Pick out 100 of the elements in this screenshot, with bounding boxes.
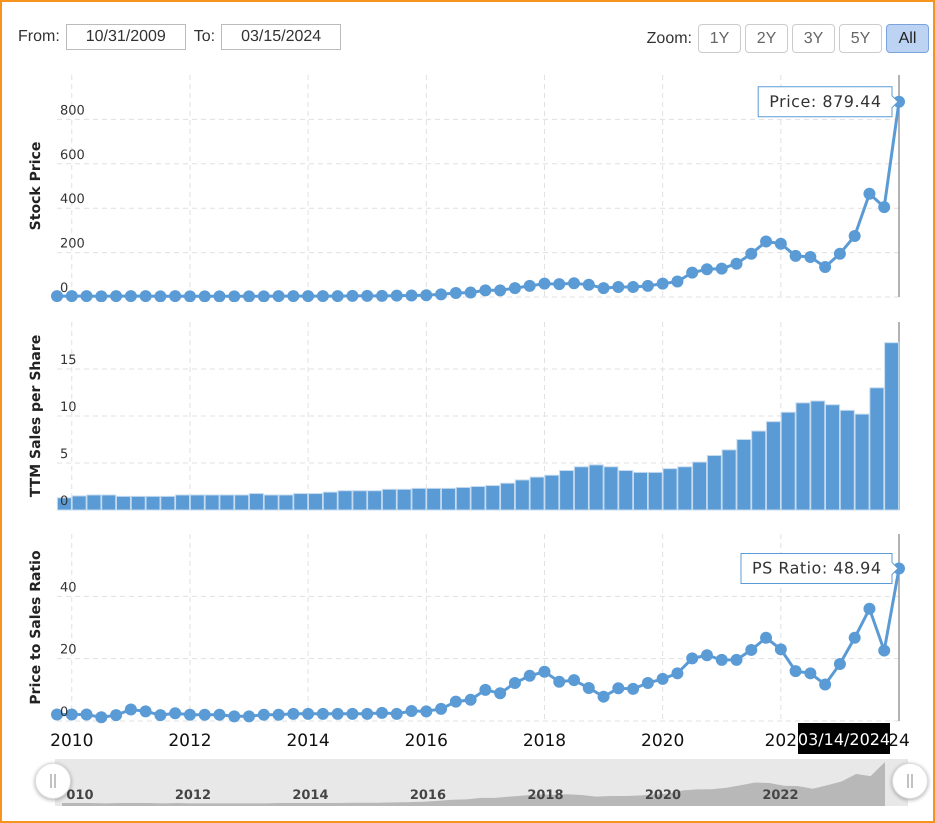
axis-tick-label: 200 (60, 236, 85, 252)
data-point (80, 708, 93, 720)
data-point (656, 672, 669, 685)
zoom-button[interactable]: 1Y (698, 24, 741, 53)
data-point (66, 708, 78, 720)
navigator-label: 2014 (292, 788, 328, 803)
data-point (848, 632, 861, 644)
data-point (435, 702, 448, 715)
zoom-button[interactable]: 3Y (792, 24, 835, 53)
axis-tick-label: 2010 (50, 731, 94, 751)
data-point (627, 682, 640, 695)
navigator-track[interactable]: 010 2012 2014 2016 2018 2020 2022 (55, 759, 908, 806)
navigator-label: 2012 (174, 788, 211, 803)
axis-tick-label: 15 (60, 353, 77, 368)
data-point (95, 711, 108, 724)
from-label: From: (18, 28, 60, 46)
data-point (420, 289, 432, 302)
bar (722, 449, 737, 510)
bar (264, 494, 279, 510)
to-date-field[interactable]: 03/15/2024 (221, 24, 342, 50)
bar (426, 488, 442, 510)
data-point (863, 602, 876, 615)
grip-icon (50, 774, 56, 788)
bar (559, 470, 574, 510)
axis-tick-label: 800 (60, 103, 85, 118)
axis-tick-label: 20 (60, 642, 77, 658)
data-point (819, 261, 832, 274)
data-point (686, 652, 698, 664)
data-point (671, 275, 684, 288)
data-point (80, 290, 93, 302)
bar (588, 464, 604, 510)
data-point (774, 643, 787, 656)
data-point (538, 278, 550, 290)
data-point (228, 290, 240, 302)
data-point (642, 280, 654, 292)
data-point (464, 694, 477, 706)
data-point (494, 687, 506, 700)
data-point (730, 654, 742, 666)
data-point (730, 258, 742, 270)
axis-tick-label: 2012 (168, 731, 212, 751)
axis-title: Stock Price (28, 142, 44, 230)
data-point (790, 250, 802, 262)
axis-tick-label: 2020 (641, 731, 684, 751)
bar (648, 472, 663, 510)
navigator-label: 010 (66, 788, 94, 803)
data-point (376, 290, 388, 302)
data-point (700, 649, 713, 662)
axis-tick-label: 2014 (286, 731, 330, 751)
bar (706, 454, 722, 510)
data-point (568, 277, 580, 290)
data-point (524, 280, 536, 292)
zoom-button[interactable]: 5Y (839, 24, 882, 53)
range-handle[interactable] (892, 763, 928, 799)
data-point (346, 290, 358, 302)
bar (530, 476, 545, 510)
bar (116, 496, 131, 510)
data-point (508, 676, 521, 689)
data-point (258, 290, 270, 302)
data-point (642, 676, 654, 689)
data-point (450, 287, 462, 299)
data-point (686, 266, 698, 279)
zoom-button[interactable]: All (886, 24, 929, 53)
data-point (390, 290, 403, 302)
bar (514, 479, 530, 510)
data-point (612, 281, 624, 293)
data-point (66, 290, 78, 302)
data-point (316, 290, 329, 302)
bar (396, 488, 412, 510)
data-point (494, 284, 506, 296)
bar (219, 494, 234, 510)
navigator-label: 2020 (644, 788, 681, 803)
data-point (553, 676, 566, 688)
data-point (450, 696, 462, 708)
axis-tick-label: 0 (60, 494, 68, 509)
data-point (272, 290, 285, 302)
data-point (716, 262, 728, 275)
axis-title: Price to Sales Ratio (28, 550, 44, 705)
data-point (656, 278, 669, 290)
data-point (302, 290, 314, 302)
data-point (553, 278, 566, 290)
axis-tick-label: 5 (60, 447, 68, 462)
data-point (361, 708, 374, 720)
axis-tick-label: 600 (60, 148, 85, 163)
bar (677, 466, 692, 510)
data-point (582, 682, 595, 694)
bar (175, 494, 190, 510)
bar (662, 468, 678, 510)
from-date-field[interactable]: 10/31/2009 (66, 24, 186, 50)
zoom-button[interactable]: 2Y (745, 24, 788, 53)
data-point (154, 709, 166, 722)
bar (72, 495, 87, 510)
data-point (302, 708, 314, 720)
data-point (671, 667, 684, 680)
data-point (140, 290, 152, 302)
bar (544, 474, 560, 510)
data-point (479, 284, 492, 296)
navigator-label: 2018 (527, 788, 564, 803)
data-point (124, 703, 137, 716)
to-label: To: (194, 28, 216, 46)
bar (190, 494, 205, 510)
